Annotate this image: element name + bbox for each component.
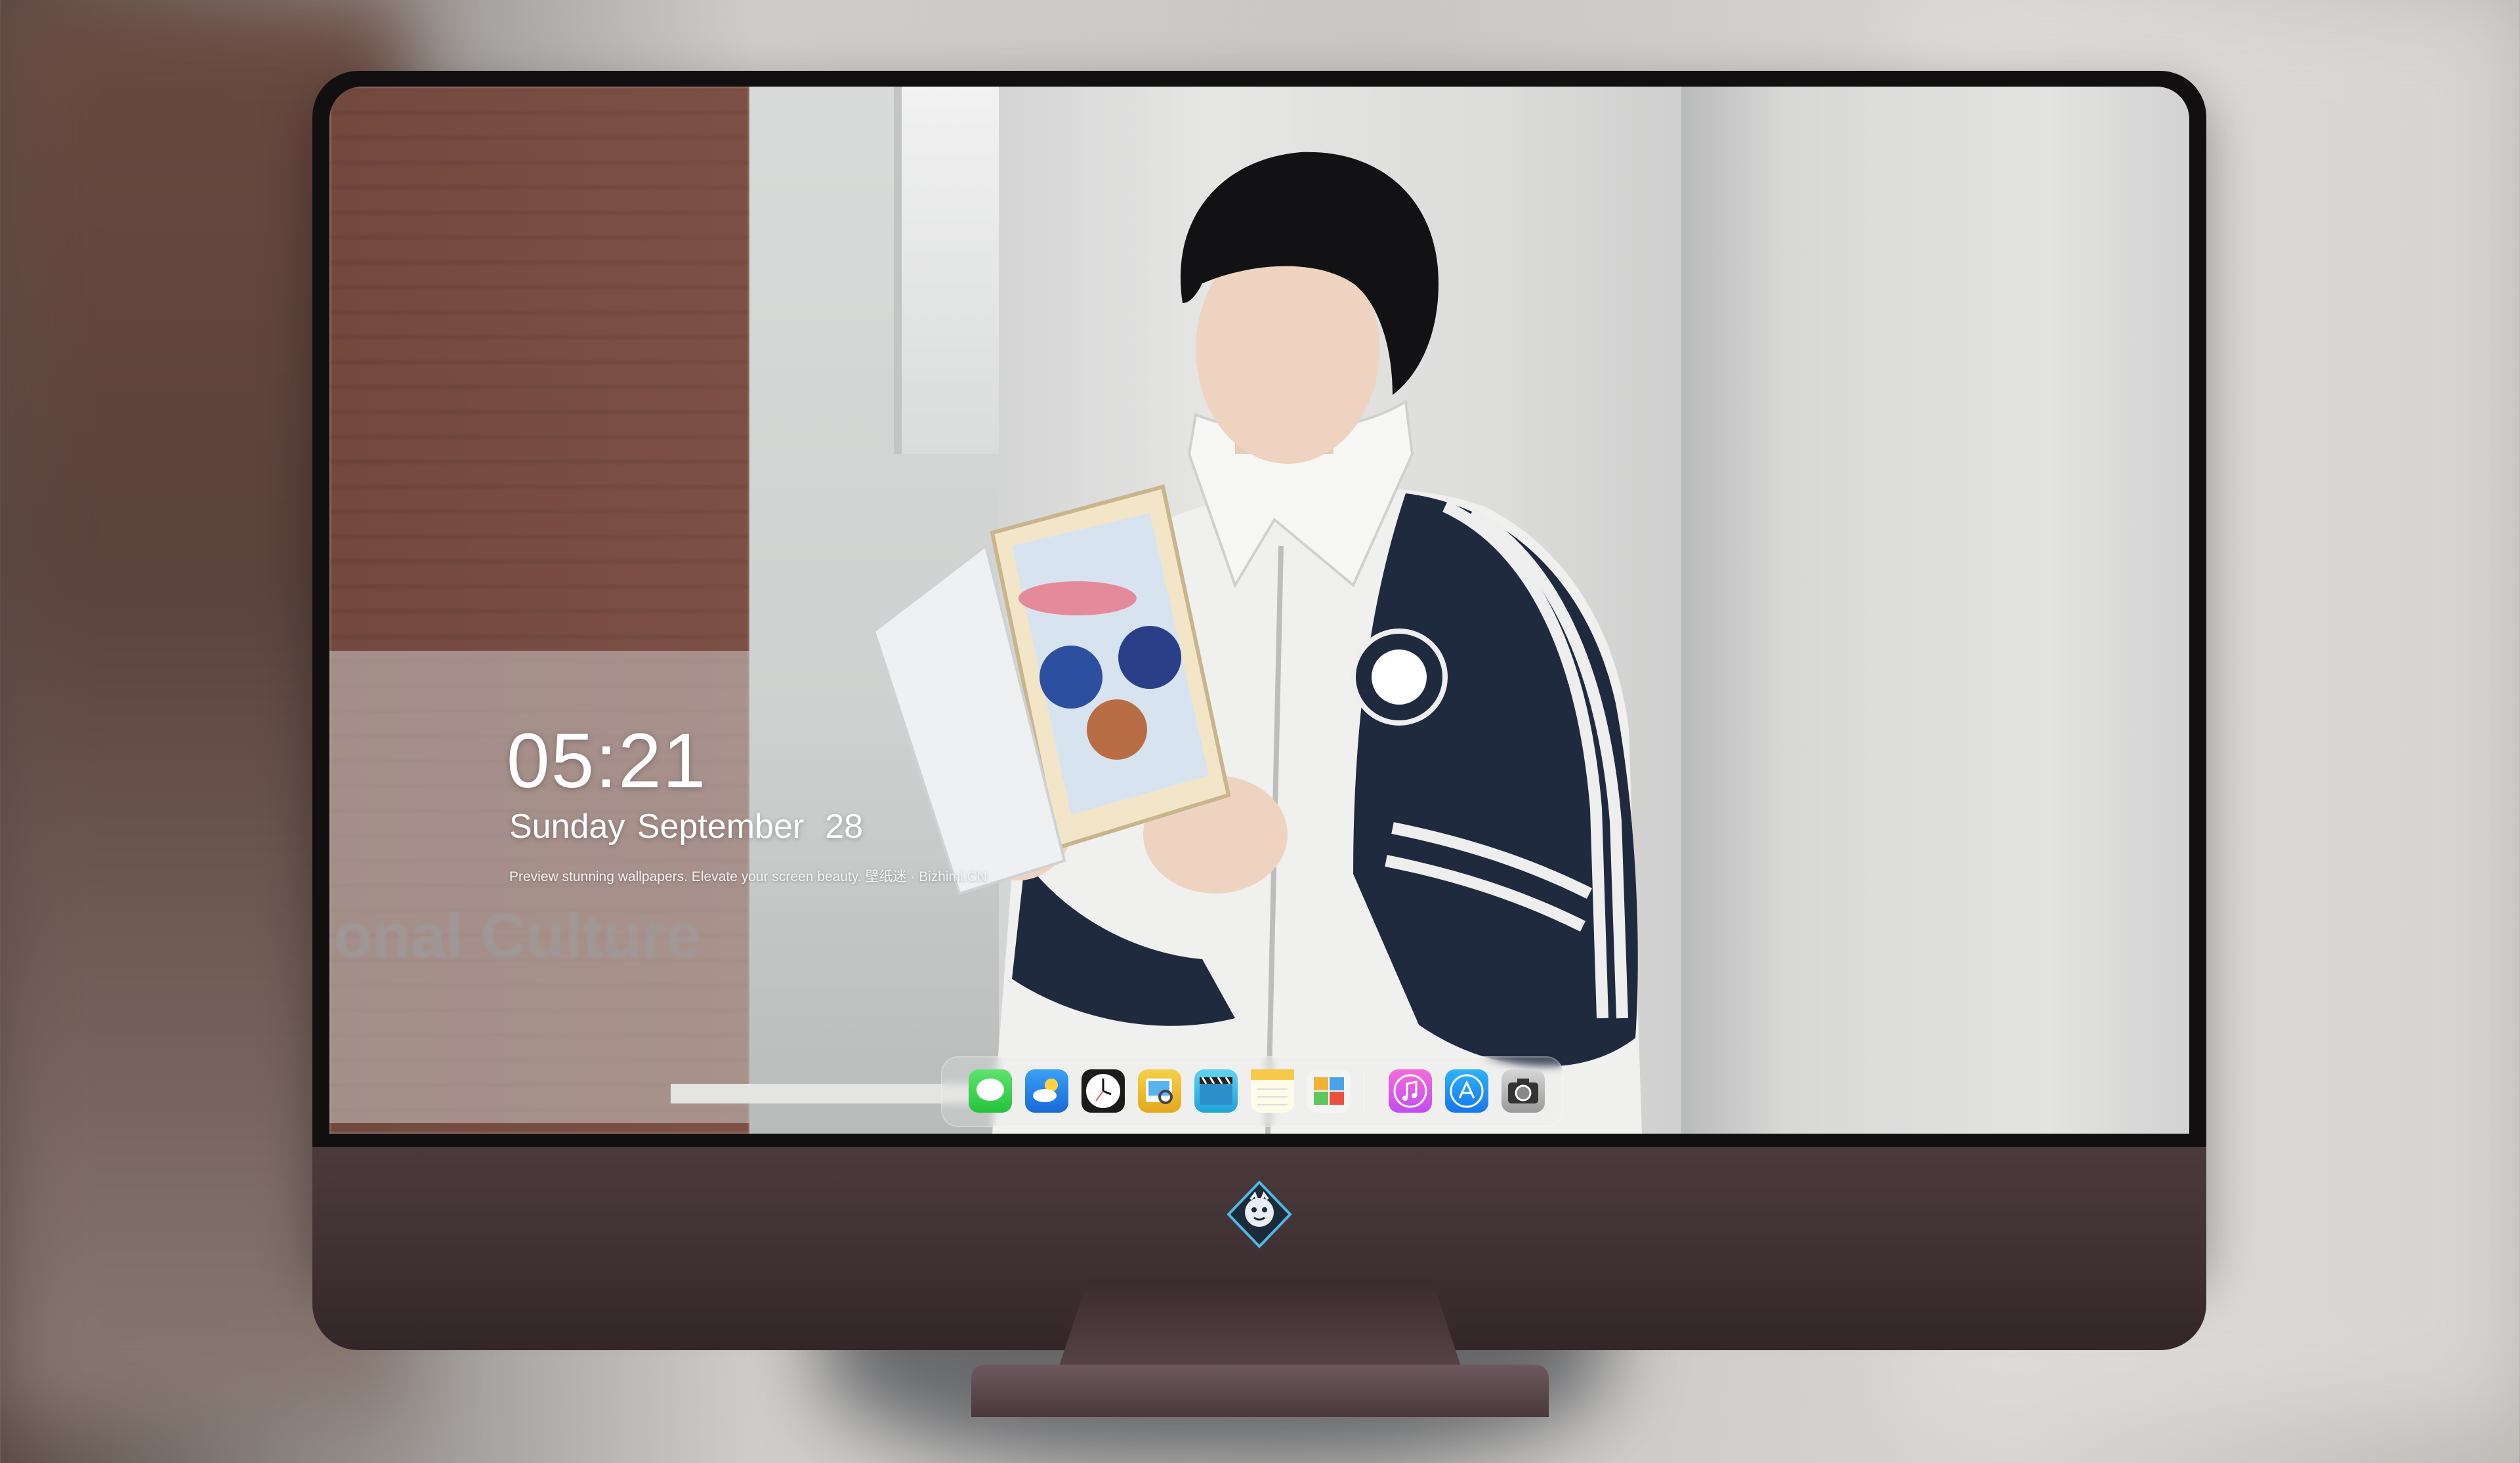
wallpaper-person (872, 152, 1642, 1134)
date-label: Sunday September 28 (509, 807, 863, 846)
monitor-stand-base (971, 1365, 1549, 1417)
school-badge-center (1372, 649, 1427, 705)
camera-icon[interactable] (1502, 1069, 1545, 1113)
preview-icon[interactable] (1138, 1069, 1181, 1113)
monitor-stand-neck (1055, 1279, 1465, 1378)
notes-icon[interactable] (1251, 1069, 1294, 1113)
date-day: 28 (825, 808, 864, 846)
weather-icon[interactable] (1025, 1069, 1068, 1113)
app-store-icon[interactable] (1445, 1069, 1488, 1113)
dock (941, 1056, 1563, 1127)
date-text: Sunday September (509, 808, 805, 846)
video-editor-icon[interactable] (1194, 1069, 1238, 1113)
dock-separator (1364, 1071, 1365, 1113)
screen: lonal Culture 05:21 Sunday September 28 … (329, 87, 2189, 1134)
photos-icon[interactable] (1307, 1069, 1351, 1113)
clock-icon[interactable] (1082, 1069, 1125, 1113)
music-icon[interactable] (1389, 1069, 1432, 1113)
messages-icon[interactable] (969, 1069, 1012, 1113)
clock-time: 05:21 (507, 718, 707, 804)
monitor: lonal Culture 05:21 Sunday September 28 … (312, 71, 2206, 1350)
wallpaper-tagline: Preview stunning wallpapers. Elevate you… (509, 869, 987, 884)
brand-logo-icon (1227, 1180, 1292, 1248)
